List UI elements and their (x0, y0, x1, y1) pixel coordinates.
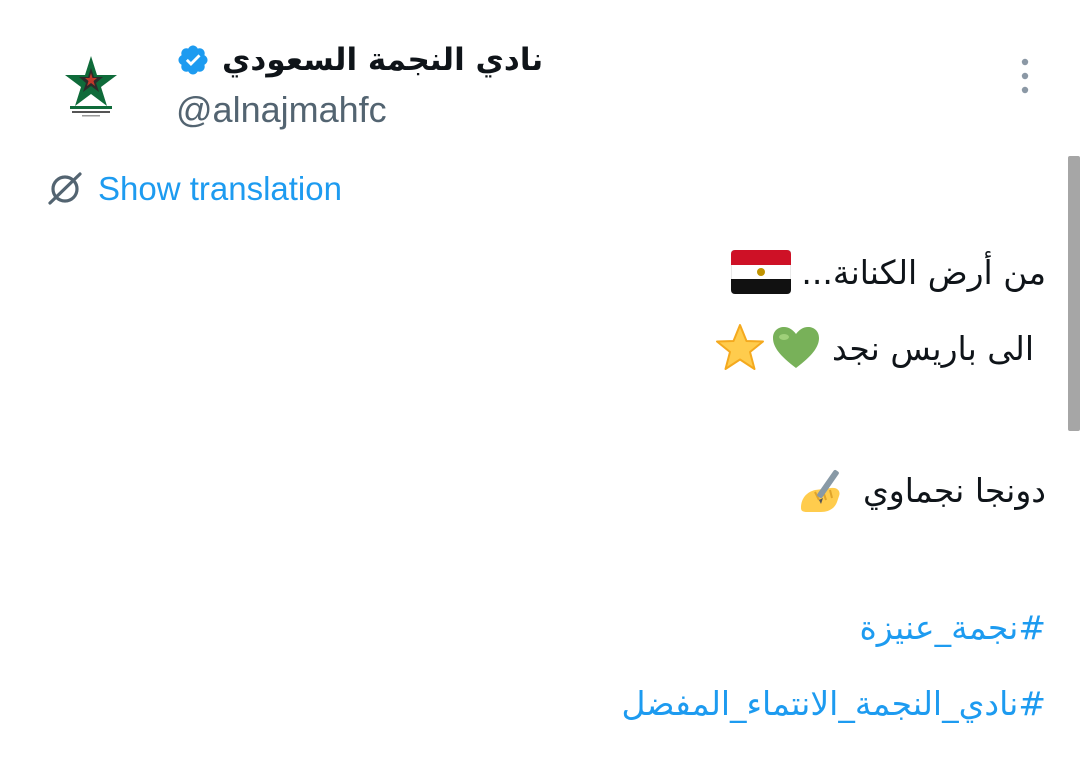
show-translation-button[interactable]: Show translation (46, 166, 342, 212)
tweet-line-1-text: من أرض الكنانة... (801, 252, 1046, 292)
more-vertical-icon (1021, 58, 1029, 94)
more-options-button[interactable] (1008, 54, 1042, 98)
tweet-text-line-1: من أرض الكنانة... (731, 244, 1046, 300)
scrollbar-thumb[interactable] (1068, 156, 1080, 431)
star-icon (716, 324, 765, 370)
egypt-flag-icon (731, 250, 792, 294)
tweet-line-2-text: الى باريس نجد (832, 328, 1034, 368)
writing-hand-icon (800, 469, 840, 512)
tweet-line-3-text: دونجا نجماوي (862, 470, 1046, 510)
hashtag-link-2[interactable]: #نادي_النجمة_الانتماء_المفضل (621, 676, 1046, 732)
green-heart-icon (773, 327, 820, 368)
verified-badge-icon (178, 45, 208, 75)
author-name-row[interactable]: نادي النجمة السعودي (176, 34, 543, 86)
author-display-name: نادي النجمة السعودي (222, 41, 544, 78)
translate-icon (46, 170, 84, 208)
tweet-text-line-3: دونجا نجماوي (797, 462, 1046, 518)
tweet-text-line-2: الى باريس نجد (714, 320, 1034, 376)
author-handle[interactable]: @alnajmahfc (176, 86, 387, 134)
hashtag-link-1[interactable]: #نجمة_عنيزة (859, 600, 1046, 656)
profile-avatar[interactable] (48, 44, 134, 130)
club-logo-icon (65, 56, 117, 117)
show-translation-label: Show translation (98, 170, 342, 207)
